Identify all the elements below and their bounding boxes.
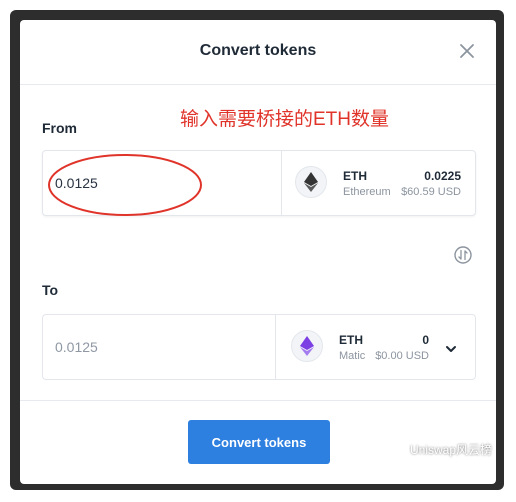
modal-title: Convert tokens	[199, 42, 317, 59]
eth-purple-icon	[291, 330, 323, 362]
to-token-balance-usd: $0.00 USD	[375, 350, 429, 362]
to-token-box: 0.0125 ETH Matic 0 $0.00 USD	[42, 314, 476, 380]
footer-divider	[20, 400, 496, 401]
from-token-symbol: ETH	[343, 169, 367, 183]
from-token-balance: 0.0225	[424, 169, 461, 183]
to-token-chain: Matic	[339, 350, 366, 362]
from-amount-input[interactable]: 0.0125	[55, 151, 98, 215]
to-amount-field: 0.0125	[55, 339, 98, 355]
to-token-symbol: ETH	[339, 333, 363, 347]
modal-header: Convert tokens	[20, 20, 496, 85]
convert-tokens-button[interactable]: Convert tokens	[188, 420, 330, 464]
annotation-text: 输入需要桥接的ETH数量	[180, 109, 390, 130]
to-label: To	[42, 282, 59, 298]
to-divider	[275, 315, 276, 379]
close-icon[interactable]	[458, 42, 476, 60]
swap-direction-icon[interactable]	[454, 246, 472, 264]
watermark-text: Uniswap风云榜	[410, 443, 493, 457]
from-token-balance-usd: $60.59 USD	[401, 186, 461, 198]
chevron-down-icon[interactable]	[445, 341, 457, 352]
to-token-balance: 0	[422, 333, 429, 347]
from-label: From	[42, 120, 77, 136]
chat-bubble-icon	[388, 442, 406, 459]
from-token-box: 0.0125 ETH Ethereum 0.0225 $60.59 USD	[42, 150, 476, 216]
from-divider	[281, 151, 282, 215]
convert-tokens-modal: Convert tokens 输入需要桥接的ETH数量 From 0.0125 …	[20, 20, 496, 484]
from-token-chain: Ethereum	[343, 186, 391, 198]
eth-icon	[295, 166, 327, 198]
watermark: Uniswap风云榜	[388, 441, 492, 459]
